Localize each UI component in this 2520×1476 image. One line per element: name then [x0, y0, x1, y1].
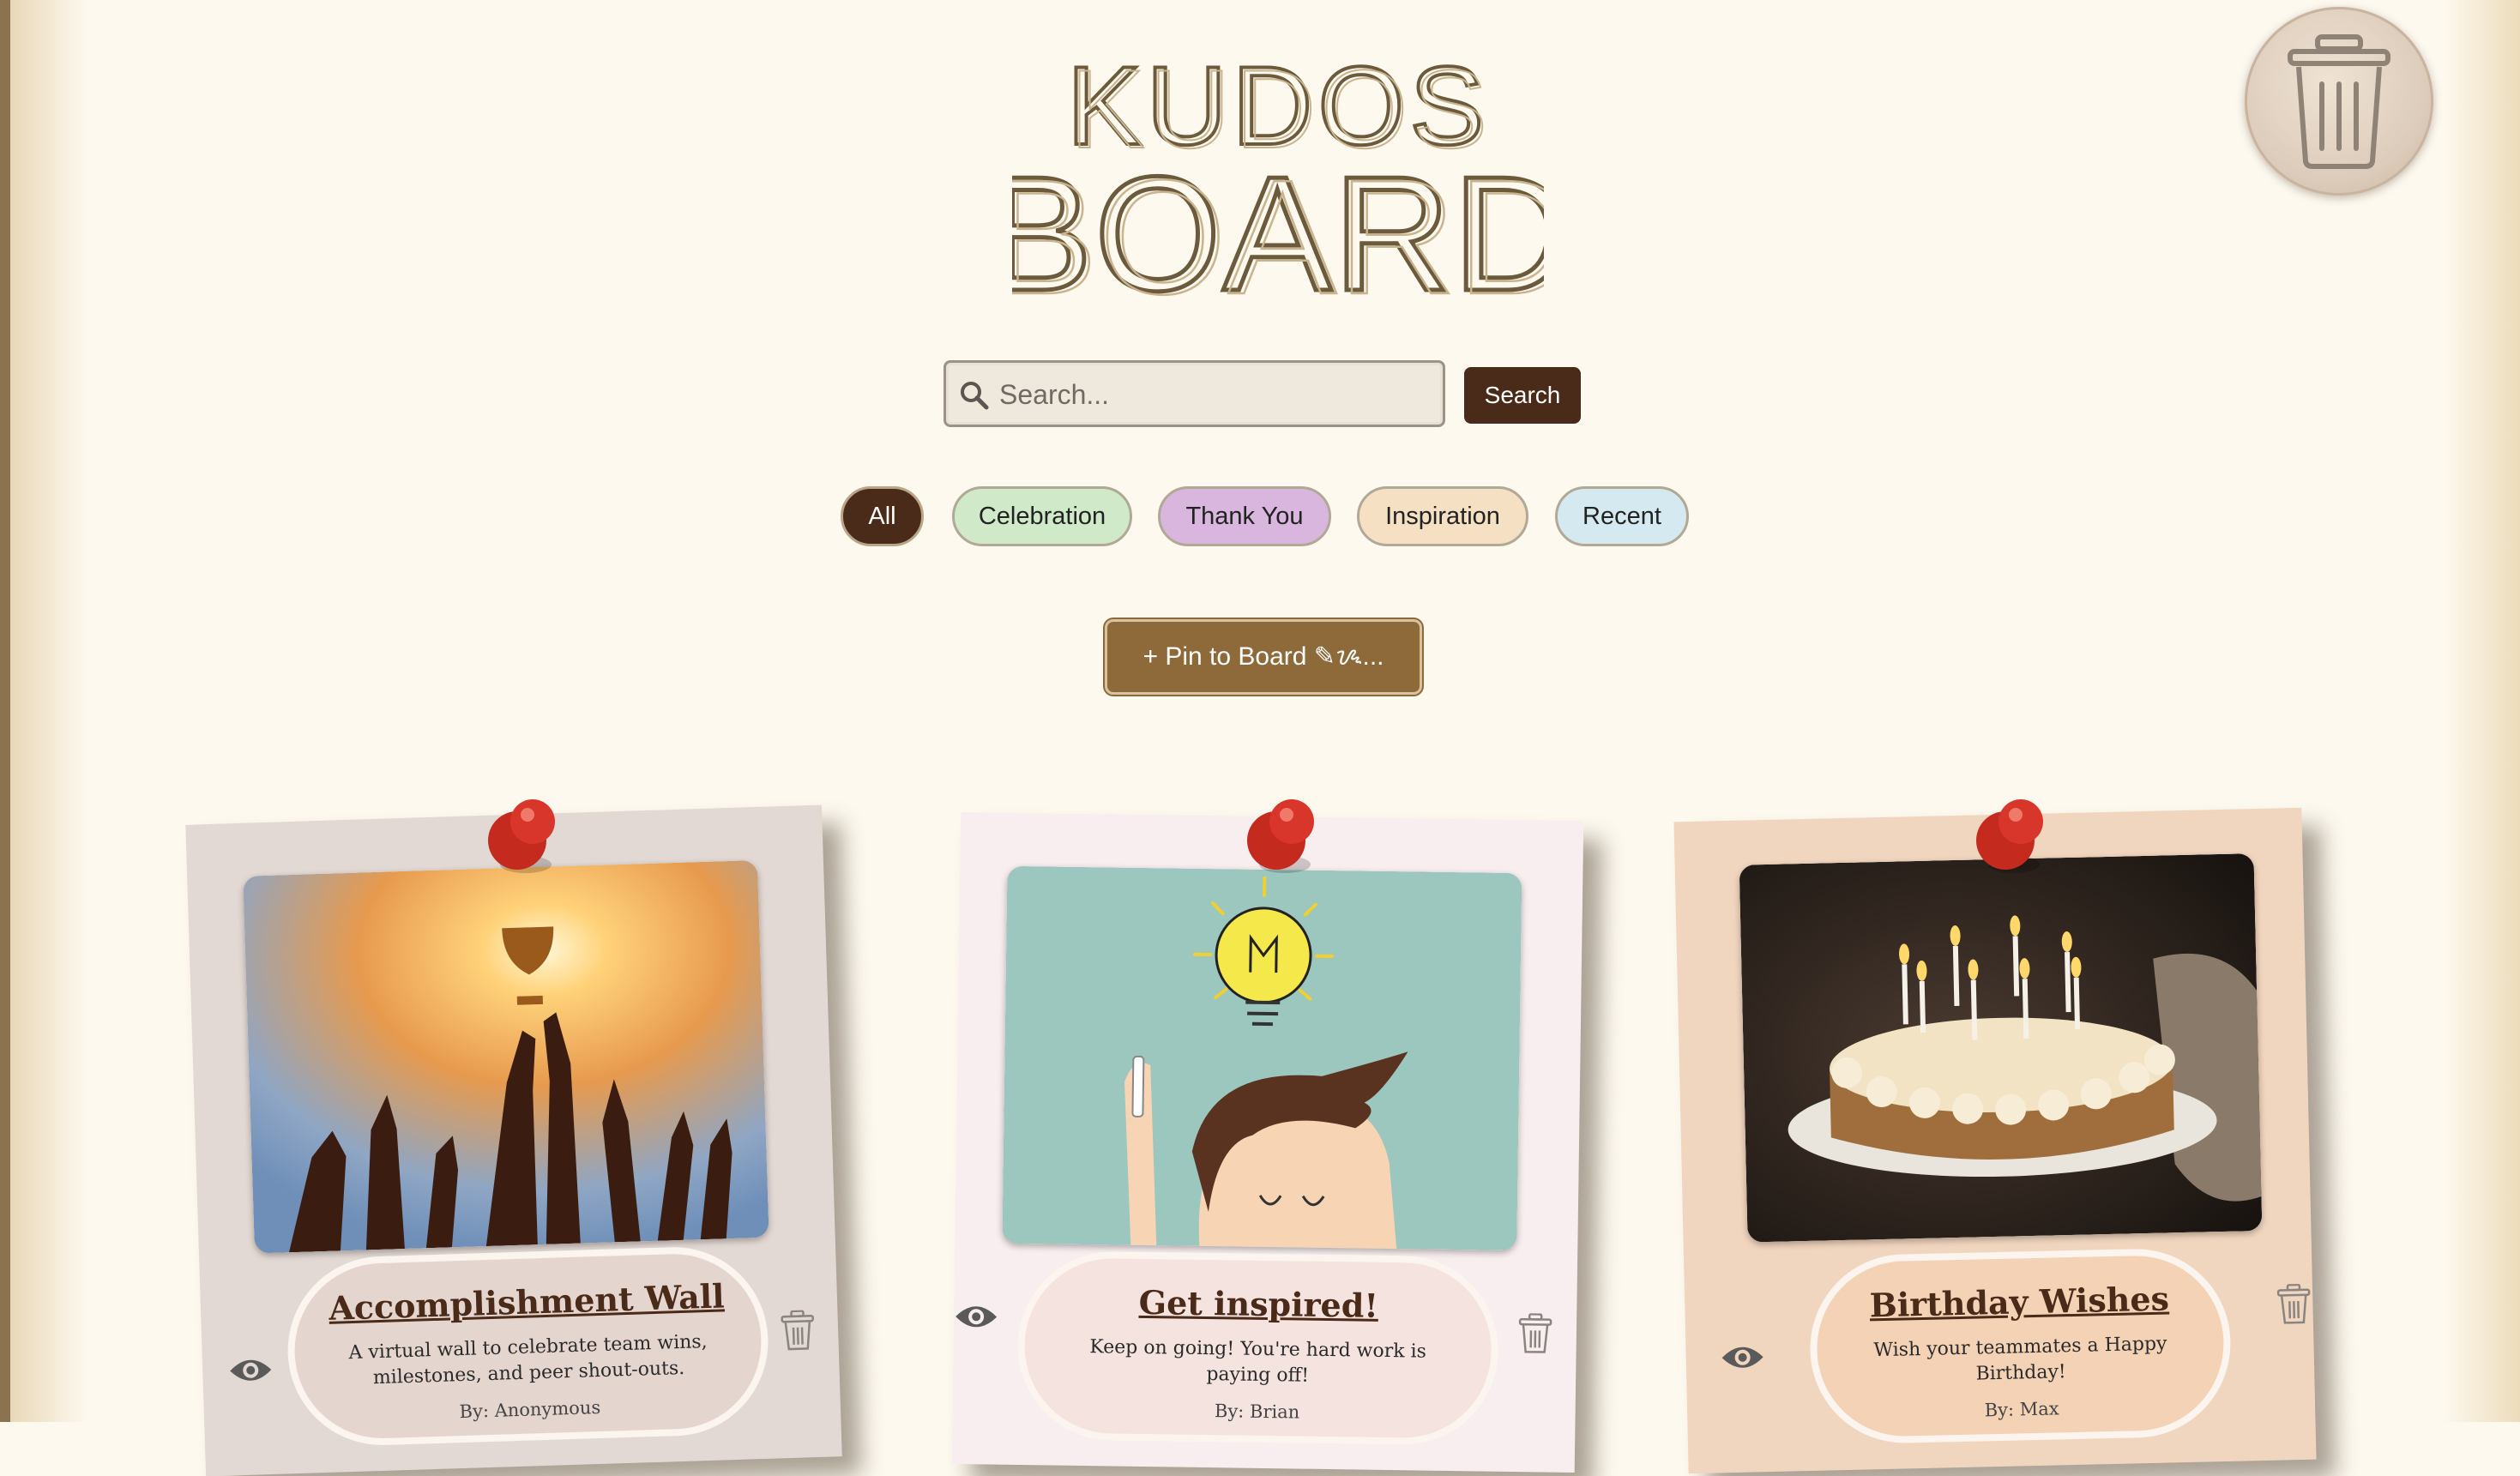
logo-line-2-echo: BOARD	[1012, 147, 1544, 307]
filter-thank-you[interactable]: Thank You	[1158, 486, 1331, 546]
filter-all[interactable]: All	[841, 486, 924, 546]
kudos-board-logo: KUDOS KUDOS BOARD BOARD	[1012, 41, 1544, 307]
board-frame-right	[2443, 0, 2520, 1422]
card-author: By: Anonymous	[297, 1392, 763, 1427]
pushpin-icon	[1235, 789, 1329, 883]
eye-icon[interactable]	[228, 1354, 274, 1387]
cake-photo-illustration	[1739, 853, 2263, 1242]
filter-inspiration[interactable]: Inspiration	[1357, 486, 1528, 546]
board-card[interactable]: Get inspired! Keep on going! You're hard…	[952, 812, 1584, 1473]
card-image-trophy	[243, 860, 769, 1254]
pushpin-icon	[1964, 789, 2059, 883]
search-icon	[959, 380, 990, 411]
card-title[interactable]: Get inspired!	[1025, 1281, 1492, 1327]
delete-all-button[interactable]	[2245, 7, 2433, 196]
pin-to-board-button[interactable]: + Pin to Board ✎ᝰ...	[1105, 619, 1422, 695]
filter-recent[interactable]: Recent	[1555, 486, 1689, 546]
card-title[interactable]: Accomplishment Wall	[292, 1275, 760, 1328]
card-info: Birthday Wishes Wish your teammates a Ha…	[1808, 1247, 2233, 1445]
trash-icon[interactable]	[1518, 1313, 1553, 1355]
search-box	[943, 360, 1445, 427]
trash-icon[interactable]	[2276, 1284, 2312, 1326]
card-description: Wish your teammates a Happy Birthday!	[1851, 1331, 2190, 1389]
board-card[interactable]: Birthday Wishes Wish your teammates a Ha…	[1673, 808, 2316, 1473]
card-description: A virtual wall to celebrate team wins, m…	[329, 1328, 728, 1392]
eye-icon[interactable]	[1720, 1341, 1765, 1373]
card-description: Keep on going! You're hard work is payin…	[1058, 1334, 1457, 1391]
filter-celebration[interactable]: Celebration	[952, 486, 1132, 546]
board-frame-left	[0, 0, 10, 1422]
trash-icon[interactable]	[780, 1310, 815, 1352]
pushpin-icon	[476, 789, 570, 883]
card-info: Get inspired! Keep on going! You're hard…	[1016, 1250, 1499, 1446]
card-author: By: Brian	[1023, 1398, 1490, 1425]
eye-icon[interactable]	[954, 1301, 998, 1333]
card-image-lightbulb	[1002, 866, 1522, 1250]
lightbulb-illustration	[1002, 866, 1522, 1250]
board-card[interactable]: Accomplishment Wall A virtual wall to ce…	[185, 805, 842, 1476]
card-image-cake	[1739, 853, 2263, 1242]
trash-icon	[2283, 33, 2395, 170]
card-author: By: Max	[1818, 1395, 2225, 1425]
card-title[interactable]: Birthday Wishes	[1816, 1278, 2223, 1326]
search-button[interactable]: Search	[1464, 367, 1581, 424]
board-frame-shadow	[10, 0, 87, 1422]
card-info: Accomplishment Wall A virtual wall to ce…	[285, 1244, 771, 1448]
trophy-photo-illustration	[243, 860, 769, 1254]
search-input[interactable]	[998, 368, 1430, 421]
